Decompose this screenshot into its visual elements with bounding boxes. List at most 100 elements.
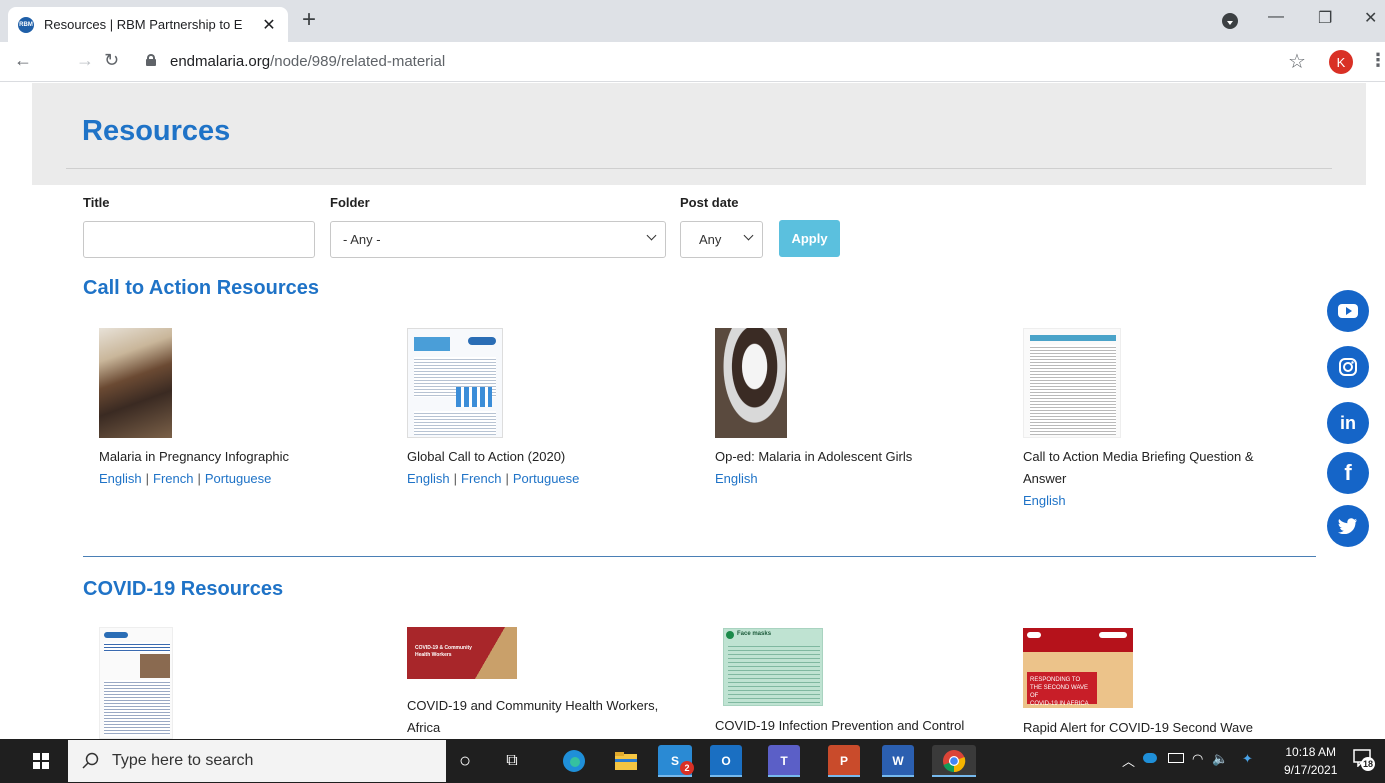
- thumbnail-heading: Face masks: [737, 631, 772, 637]
- battery-icon[interactable]: [1168, 753, 1184, 763]
- browser-toolbar: ← → ↻ endmalaria.org/node/989/related-ma…: [0, 42, 1385, 82]
- chevron-down-icon: [646, 230, 657, 241]
- task-view-icon[interactable]: ⧉: [496, 745, 528, 777]
- wifi-icon[interactable]: ◠: [1192, 751, 1203, 767]
- resource-title: Malaria in Pregnancy Infographic: [99, 449, 290, 464]
- resource-thumbnail[interactable]: [1023, 328, 1121, 438]
- skype-icon[interactable]: S2: [658, 745, 694, 777]
- profile-avatar[interactable]: K: [1329, 50, 1353, 74]
- resource-title-line2: Africa: [407, 720, 441, 735]
- teams-icon[interactable]: T: [768, 745, 800, 777]
- resource-links: English | French | Portuguese: [99, 471, 272, 486]
- resource-title-line1: COVID-19 and Community Health Workers,: [407, 698, 659, 713]
- volume-icon[interactable]: 🔈: [1212, 751, 1228, 767]
- section-divider: [83, 556, 1316, 557]
- thumbnail-line1: RESPONDING TO: [1030, 677, 1081, 683]
- page-content: Resources Title Folder - Any - Post date…: [0, 83, 1385, 739]
- resource-links: English: [715, 468, 758, 490]
- forward-arrow-icon[interactable]: →: [76, 50, 94, 71]
- rbm-favicon-icon: RBM: [18, 16, 34, 33]
- resource-thumbnail[interactable]: [99, 627, 173, 739]
- thumbnail-line2: THE SECOND WAVE OF: [1030, 685, 1089, 699]
- powerpoint-icon[interactable]: P: [828, 745, 860, 777]
- resource-links: English | French | Portuguese: [407, 471, 580, 486]
- resource-title: Call to Action Media Briefing Question &…: [1023, 446, 1254, 490]
- postdate-filter-select[interactable]: Any: [680, 221, 763, 258]
- browser-tab[interactable]: RBM Resources | RBM Partnership to E ✕: [8, 7, 288, 42]
- restore-icon[interactable]: ❐: [1318, 8, 1332, 28]
- resource-title: COVID-19 Infection Prevention and Contro…: [715, 718, 965, 733]
- folder-filter-value: - Any -: [343, 232, 381, 247]
- postdate-filter-label: Post date: [680, 195, 739, 210]
- window-close-icon[interactable]: ✕: [1364, 8, 1377, 28]
- address-bar[interactable]: endmalaria.org/node/989/related-material: [170, 53, 445, 70]
- notification-count: 18: [1361, 757, 1375, 771]
- browser-tab-bar: RBM Resources | RBM Partnership to E ✕ +…: [0, 0, 1385, 42]
- thumbnail-line2: Health Workers: [415, 652, 452, 658]
- url-path: /node/989/related-material: [270, 53, 446, 70]
- lock-icon: [146, 54, 156, 66]
- link-english[interactable]: English: [1023, 493, 1066, 508]
- resource-thumbnail[interactable]: [99, 328, 172, 438]
- edge-icon[interactable]: [558, 745, 590, 777]
- title-filter-label: Title: [83, 195, 110, 210]
- link-french[interactable]: French: [461, 471, 501, 486]
- link-portuguese[interactable]: Portuguese: [513, 471, 580, 486]
- apply-button[interactable]: Apply: [779, 220, 840, 257]
- taskbar-search-box[interactable]: Type here to search: [68, 740, 446, 782]
- notification-icon[interactable]: 18: [1353, 749, 1375, 771]
- resource-title: Op-ed: Malaria in Adolescent Girls: [715, 449, 913, 464]
- resource-thumbnail[interactable]: [715, 328, 787, 438]
- onedrive-icon[interactable]: [1143, 753, 1157, 763]
- resource-thumbnail[interactable]: Face masks: [723, 628, 823, 706]
- resource-thumbnail[interactable]: [407, 328, 503, 438]
- resource-thumbnail[interactable]: RESPONDING TO THE SECOND WAVE OF COVID-1…: [1023, 628, 1133, 708]
- facebook-icon[interactable]: f: [1327, 452, 1369, 494]
- youtube-icon[interactable]: [1327, 290, 1369, 332]
- link-english[interactable]: English: [99, 471, 142, 486]
- resource-links: English: [1023, 490, 1066, 512]
- link-french[interactable]: French: [153, 471, 193, 486]
- windows-start-icon[interactable]: [33, 753, 49, 769]
- resource-title: Global Call to Action (2020): [407, 449, 566, 464]
- resource-thumbnail[interactable]: COVID-19 & Community Health Workers: [407, 627, 517, 679]
- tab-close-icon[interactable]: ✕: [260, 15, 278, 35]
- back-arrow-icon[interactable]: ←: [14, 50, 32, 71]
- folder-filter-select[interactable]: - Any -: [330, 221, 666, 258]
- twitter-icon[interactable]: [1327, 505, 1369, 547]
- linkedin-icon[interactable]: in: [1327, 402, 1369, 444]
- taskbar-search-placeholder: Type here to search: [112, 752, 254, 769]
- tray-chevron-up-icon[interactable]: ︿: [1122, 751, 1135, 770]
- resource-title-line2: Answer: [1023, 471, 1067, 486]
- url-domain: endmalaria.org: [170, 53, 271, 70]
- cortana-icon[interactable]: ○: [449, 745, 481, 777]
- chevron-down-icon: [743, 230, 754, 241]
- outlook-icon[interactable]: O: [710, 745, 742, 777]
- dropbox-icon[interactable]: ✦: [1242, 751, 1253, 767]
- section-title-call-to-action: Call to Action Resources: [83, 277, 319, 299]
- word-icon[interactable]: W: [882, 745, 914, 777]
- thumbnail-line3: COVID-19 IN AFRICA: [1030, 701, 1089, 707]
- link-portuguese[interactable]: Portuguese: [205, 471, 272, 486]
- chrome-icon[interactable]: [932, 745, 976, 777]
- new-tab-plus-icon[interactable]: +: [302, 8, 316, 32]
- bookmark-star-icon[interactable]: ☆: [1288, 49, 1306, 74]
- tab-title: Resources | RBM Partnership to E: [44, 17, 242, 32]
- taskbar-clock[interactable]: 10:18 AM 9/17/2021: [1284, 743, 1337, 779]
- search-icon: [82, 752, 99, 769]
- page-title: Resources: [82, 115, 231, 147]
- resource-title: Rapid Alert for COVID-19 Second Wave: [1023, 720, 1254, 735]
- file-explorer-icon[interactable]: [610, 745, 642, 777]
- chrome-menu-icon[interactable]: ⋮: [1369, 50, 1385, 71]
- link-english[interactable]: English: [715, 471, 758, 486]
- link-english[interactable]: English: [407, 471, 450, 486]
- chrome-profile-icon[interactable]: [1222, 13, 1238, 29]
- folder-filter-label: Folder: [330, 195, 370, 210]
- title-filter-input[interactable]: [83, 221, 315, 258]
- instagram-icon[interactable]: [1327, 346, 1369, 388]
- header-divider: [66, 168, 1332, 169]
- minimize-icon[interactable]: —: [1268, 8, 1284, 26]
- resource-title: COVID-19 and Community Health Workers, A…: [407, 695, 658, 739]
- skype-badge: 2: [680, 761, 694, 775]
- reload-icon[interactable]: ↻: [104, 50, 119, 71]
